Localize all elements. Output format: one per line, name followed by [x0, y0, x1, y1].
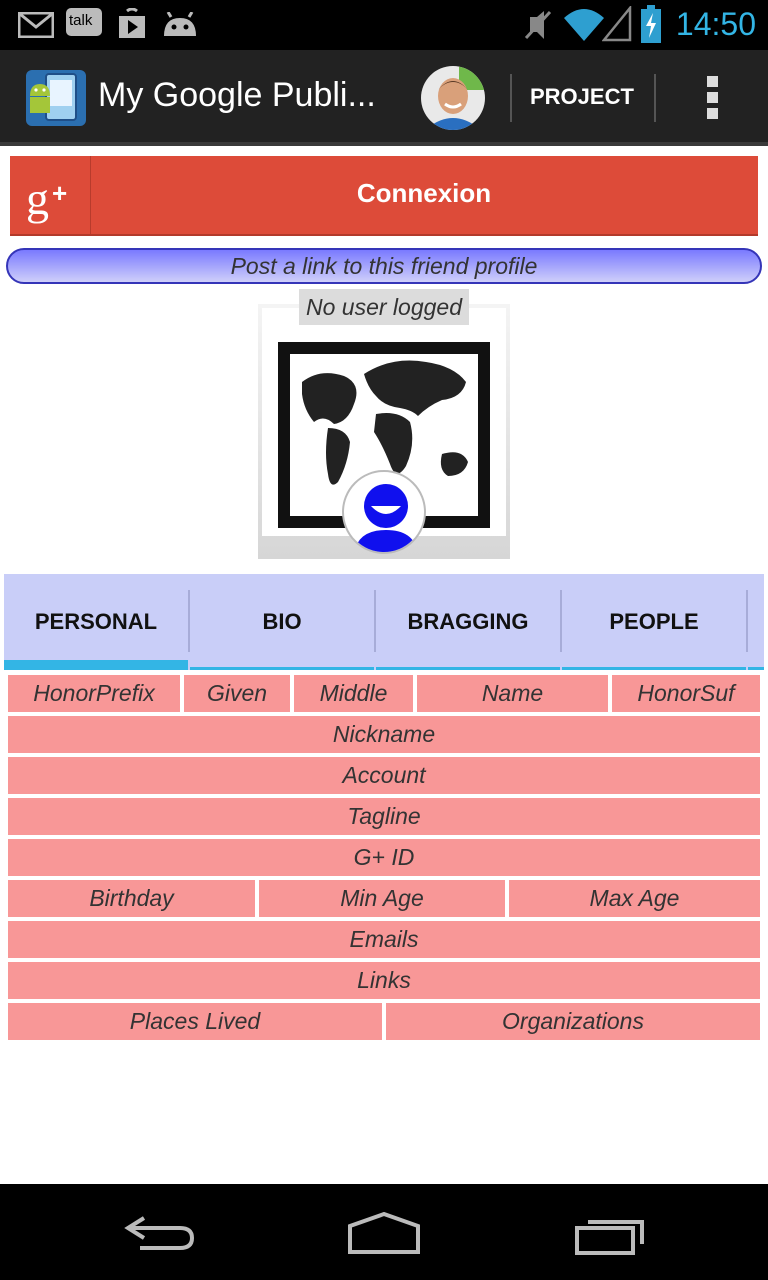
- app-title: My Google Publi...: [98, 76, 376, 114]
- emails-field[interactable]: Emails: [8, 921, 760, 958]
- min-age-field[interactable]: Min Age: [259, 880, 505, 917]
- home-icon[interactable]: [346, 1212, 422, 1256]
- back-icon[interactable]: [122, 1214, 196, 1254]
- avatar-image: [421, 66, 485, 130]
- post-link-button[interactable]: Post a link to this friend profile: [6, 248, 762, 284]
- account-field[interactable]: Account: [8, 757, 760, 794]
- status-bar: talk 14:50: [0, 0, 768, 50]
- project-button[interactable]: PROJECT: [530, 84, 634, 110]
- family-name-field[interactable]: Name: [417, 675, 608, 712]
- gplus-icon: g +: [10, 156, 91, 234]
- gmail-icon: [18, 12, 54, 38]
- svg-text:g: g: [26, 173, 49, 224]
- tab-bio[interactable]: BIO: [190, 574, 374, 670]
- recent-apps-icon[interactable]: [574, 1214, 646, 1256]
- gplus-signin-button[interactable]: g + Connexion: [10, 156, 758, 236]
- main-content: g + Connexion Post a link to this friend…: [0, 146, 768, 1184]
- tagline-field[interactable]: Tagline: [8, 798, 760, 835]
- links-field[interactable]: Links: [8, 962, 760, 999]
- nickname-field[interactable]: Nickname: [8, 716, 760, 753]
- svg-text:+: +: [52, 178, 67, 208]
- app-logo-icon: [26, 70, 86, 126]
- tab-bragging[interactable]: BRAGGING: [376, 574, 560, 670]
- tab-underline: [562, 667, 746, 670]
- honor-prefix-field[interactable]: HonorPrefix: [8, 675, 180, 712]
- wifi-icon: [564, 9, 604, 41]
- talk-icon: talk: [66, 8, 102, 36]
- user-placeholder-icon: [342, 470, 426, 554]
- status-time: 14:50: [675, 6, 756, 42]
- given-name-field[interactable]: Given: [184, 675, 290, 712]
- tab-underline: [748, 667, 764, 670]
- tab-people-label: PEOPLE: [609, 609, 699, 634]
- profile-tabs: PERSONAL BIO BRAGGING PEOPLE: [4, 574, 764, 670]
- profile-picture[interactable]: [258, 304, 510, 559]
- tab-personal[interactable]: PERSONAL: [4, 574, 188, 670]
- tab-separator: [746, 590, 748, 652]
- tab-underline: [376, 667, 560, 670]
- birthday-field[interactable]: Birthday: [8, 880, 255, 917]
- android-icon: [164, 12, 196, 36]
- tab-bragging-label: BRAGGING: [407, 609, 529, 634]
- play-store-icon: [119, 8, 145, 38]
- tab-bio-label: BIO: [262, 609, 302, 634]
- user-avatar[interactable]: [421, 66, 485, 130]
- action-divider: [510, 74, 512, 122]
- tab-people[interactable]: PEOPLE: [562, 574, 746, 670]
- signal-icon: [602, 6, 632, 42]
- gplus-id-field[interactable]: G+ ID: [8, 839, 760, 876]
- max-age-field[interactable]: Max Age: [509, 880, 760, 917]
- tab-underline: [190, 667, 374, 670]
- no-user-label: No user logged: [299, 289, 469, 325]
- tab-selected-indicator: [4, 660, 188, 670]
- overflow-menu-icon[interactable]: [700, 76, 724, 122]
- navigation-bar: [0, 1184, 768, 1280]
- battery-icon: [641, 5, 661, 43]
- muted-icon: [524, 10, 552, 40]
- organizations-field[interactable]: Organizations: [386, 1003, 760, 1040]
- gplus-signin-label: Connexion: [356, 178, 492, 208]
- tab-personal-label: PERSONAL: [34, 609, 158, 634]
- talk-icon-label: talk: [69, 12, 93, 29]
- action-bar: My Google Publi... PROJECT: [0, 50, 768, 146]
- middle-name-field[interactable]: Middle: [294, 675, 413, 712]
- places-lived-field[interactable]: Places Lived: [8, 1003, 382, 1040]
- honor-suffix-field[interactable]: HonorSuf: [612, 675, 760, 712]
- app-icon[interactable]: [24, 66, 88, 130]
- action-divider: [654, 74, 656, 122]
